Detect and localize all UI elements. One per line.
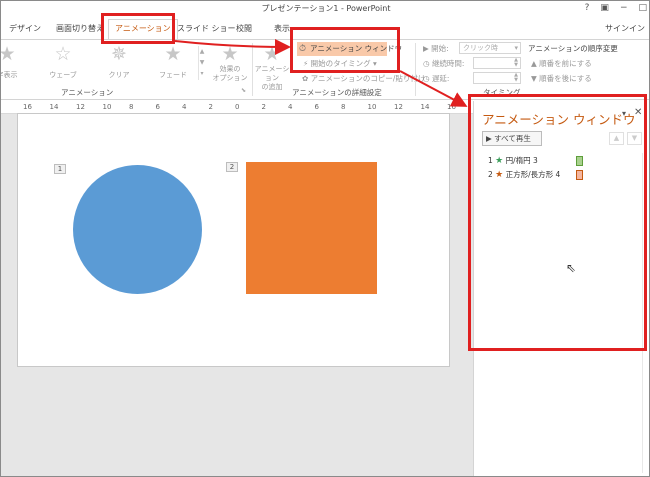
move-earlier-button[interactable]: ▲ 順番を前にする bbox=[531, 58, 592, 69]
dropdown-arrow-icon: ▾ bbox=[514, 44, 518, 52]
ruler-tick: 16 bbox=[447, 103, 456, 111]
ruler-tick: 14 bbox=[49, 103, 59, 111]
effect-wave[interactable]: ☆ ウェーブ bbox=[43, 44, 83, 80]
tab-transitions[interactable]: 画面切り替え bbox=[56, 20, 104, 38]
start-select[interactable]: クリック時 ▾ bbox=[459, 42, 521, 54]
star-icon: ★ bbox=[221, 43, 239, 65]
tab-slideshow[interactable]: スライド ショー bbox=[177, 20, 236, 38]
window-controls: ? ▣ − □ bbox=[585, 1, 647, 16]
ruler-tick: 14 bbox=[420, 103, 430, 111]
duration-input[interactable]: ▲ ▼ bbox=[473, 57, 521, 69]
ruler-tick: 6 bbox=[155, 103, 160, 111]
highlight-animation-tab bbox=[101, 13, 175, 44]
spinner-icon: ▲ ▼ bbox=[514, 57, 518, 68]
ruler-tick: 2 bbox=[208, 103, 213, 111]
ribbon-separator bbox=[415, 43, 416, 96]
start-label: ▶ 開始: bbox=[423, 44, 449, 53]
tab-view[interactable]: 表示 bbox=[274, 20, 290, 38]
duration-label: ◷ 継続時間: bbox=[423, 59, 465, 68]
animation-tag-1: 1 bbox=[54, 164, 66, 174]
highlight-animation-pane bbox=[468, 94, 647, 351]
tab-design[interactable]: デザイン bbox=[9, 20, 41, 38]
effect-appear[interactable]: ★字表示 bbox=[0, 43, 27, 80]
ruler-tick: 8 bbox=[129, 103, 134, 111]
tab-review[interactable]: 校閲 bbox=[236, 20, 252, 38]
delay-input[interactable]: ▲ ▼ bbox=[473, 72, 521, 84]
title-bar: プレゼンテーション1 - PowerPoint ? ▣ − □ bbox=[1, 1, 649, 16]
ruler-tick: 4 bbox=[182, 103, 187, 111]
slide-canvas[interactable]: 1 2 bbox=[17, 113, 450, 367]
effect-options-button[interactable]: ★ 効果の オプション bbox=[211, 44, 249, 83]
ruler-tick: 0 bbox=[235, 103, 240, 111]
ruler-tick: 8 bbox=[341, 103, 346, 111]
animation-painter-button[interactable]: ✿ アニメーションのコピー/貼り付け bbox=[302, 73, 425, 84]
star-icon: ★ bbox=[0, 43, 16, 65]
dialog-launcher-icon[interactable]: ⬊ bbox=[241, 87, 246, 94]
star-icon: ☆ bbox=[54, 43, 72, 65]
ruler-tick: 2 bbox=[261, 103, 266, 111]
window-title: プレゼンテーション1 - PowerPoint bbox=[261, 4, 391, 13]
star-icon: ★ bbox=[263, 43, 281, 65]
spinner-icon: ▲ ▼ bbox=[514, 72, 518, 83]
ribbon-display-icon[interactable]: ▣ bbox=[600, 1, 609, 16]
signin-link[interactable]: サインイン bbox=[605, 20, 645, 38]
effect-clear[interactable]: ✵ クリア bbox=[99, 44, 139, 80]
add-animation-button[interactable]: ★ アニメーション の追加 bbox=[252, 44, 292, 92]
ruler-tick: 4 bbox=[288, 103, 293, 111]
ruler-tick: 12 bbox=[394, 103, 403, 111]
effect-fade[interactable]: ★ フェード bbox=[153, 44, 193, 80]
reorder-header: アニメーションの順序変更 bbox=[528, 44, 618, 53]
minimize-icon[interactable]: − bbox=[620, 1, 628, 16]
animation-tag-2: 2 bbox=[226, 162, 238, 172]
ruler-tick: 10 bbox=[367, 103, 377, 111]
highlight-animation-pane-button bbox=[290, 27, 400, 73]
effects-scroll[interactable]: ▲ ▼ ▾ bbox=[198, 46, 205, 80]
ruler-tick: 12 bbox=[76, 103, 85, 111]
delay-label: ◷ 遅延: bbox=[423, 74, 450, 83]
group-animation-label: アニメーション bbox=[61, 88, 114, 97]
rectangle-shape[interactable] bbox=[246, 162, 377, 294]
star-icon: ✵ bbox=[111, 43, 127, 65]
star-icon: ★ bbox=[164, 43, 182, 65]
group-advanced-label: アニメーションの詳細設定 bbox=[292, 88, 382, 97]
help-icon[interactable]: ? bbox=[585, 1, 590, 16]
ruler-tick: 10 bbox=[102, 103, 112, 111]
move-later-button[interactable]: ▼ 順番を後にする bbox=[531, 73, 592, 84]
circle-shape[interactable] bbox=[73, 165, 202, 294]
ruler-tick: 16 bbox=[23, 103, 32, 111]
maximize-icon[interactable]: □ bbox=[638, 1, 647, 16]
powerpoint-window: プレゼンテーション1 - PowerPoint ? ▣ − □ デザイン 画面切… bbox=[0, 0, 650, 477]
ruler-tick: 6 bbox=[314, 103, 319, 111]
